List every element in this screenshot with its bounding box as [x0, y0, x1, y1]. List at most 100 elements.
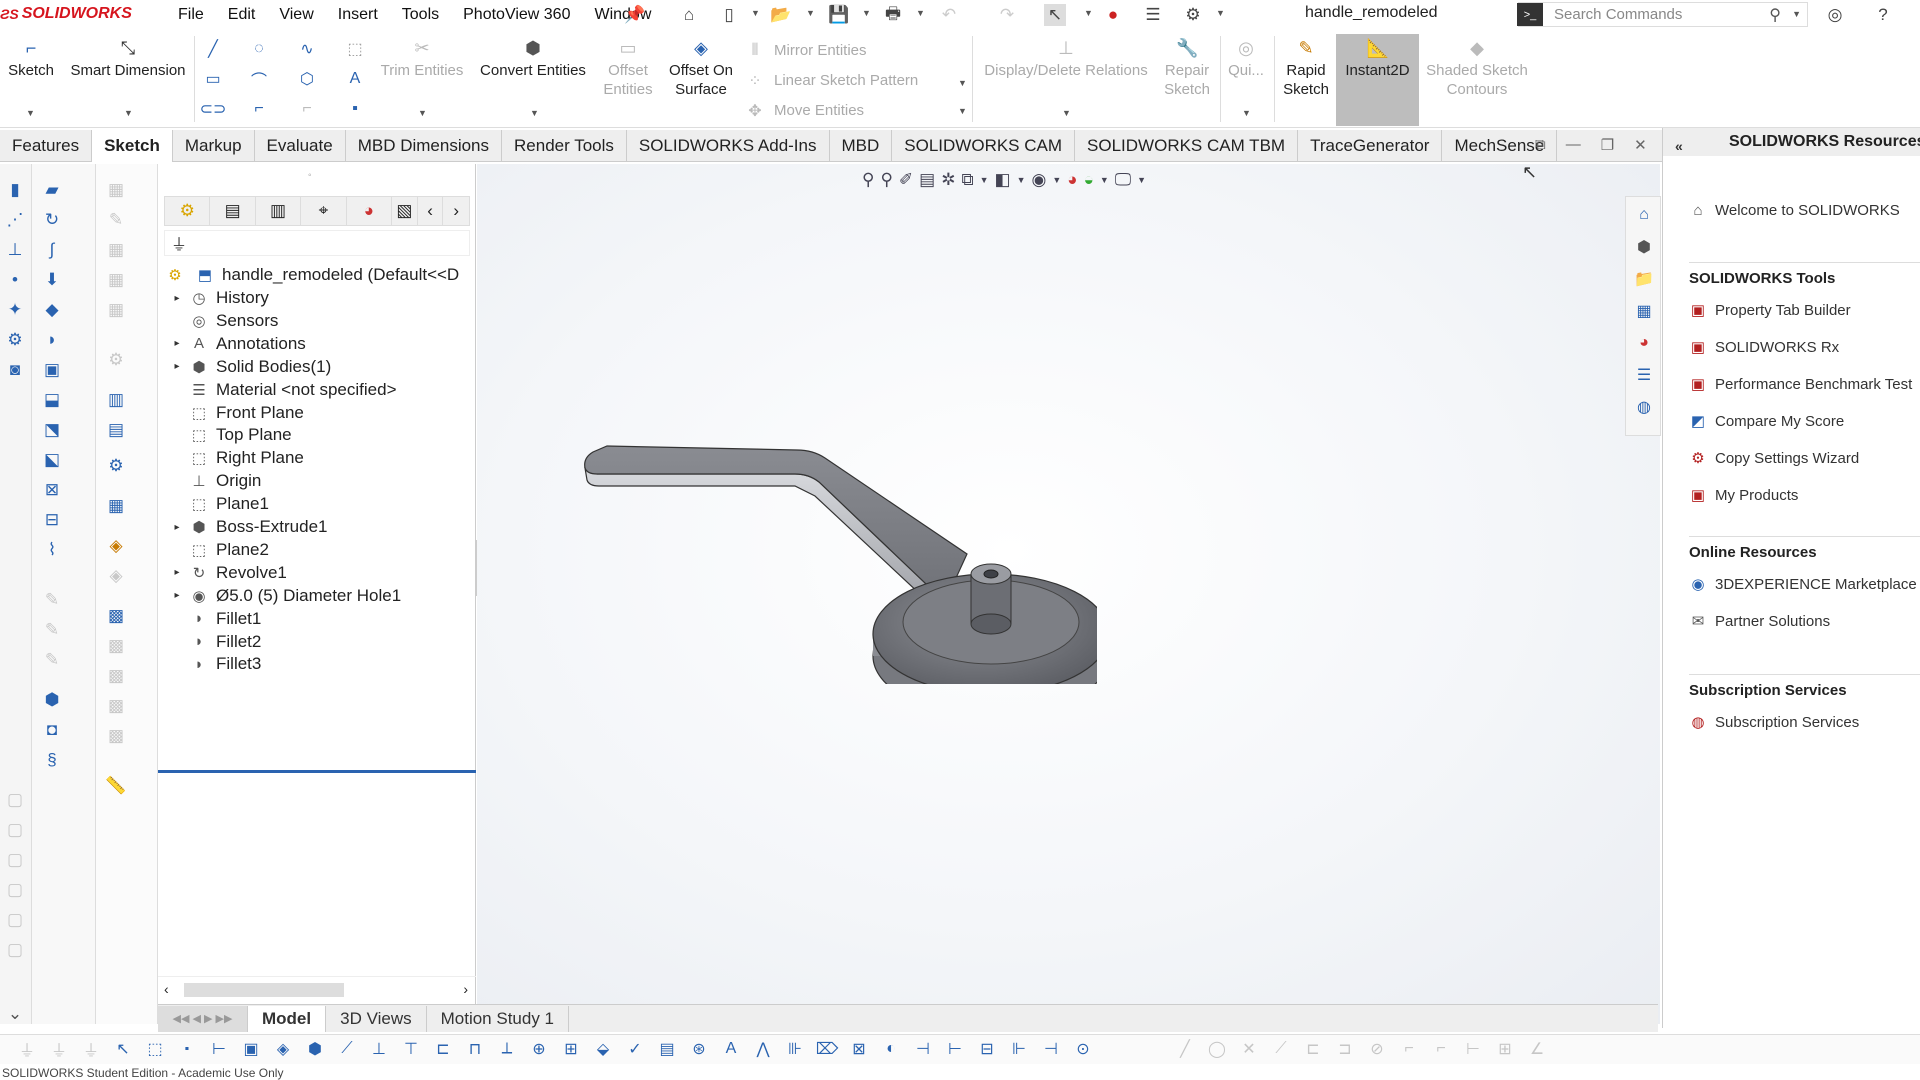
pin-icon[interactable]: 📌: [624, 4, 646, 26]
filter-icon[interactable]: ⏚: [48, 1038, 70, 1060]
view-settings-icon[interactable]: 🖵: [1115, 170, 1131, 190]
offset-on-surface-button[interactable]: ◈ Offset On Surface: [660, 38, 742, 99]
fix-icon[interactable]: ⊠: [848, 1038, 870, 1060]
tab-3d-views[interactable]: 3D Views: [326, 1005, 427, 1032]
chevron-down-icon[interactable]: ▼: [916, 8, 925, 18]
options-gear-icon[interactable]: ⚙: [1182, 4, 1204, 26]
user-account-icon[interactable]: ◎: [1824, 4, 1846, 26]
spline-icon[interactable]: ∿: [296, 38, 318, 60]
3dexperience-marketplace-link[interactable]: ◉ 3DEXPERIENCE Marketplace: [1687, 574, 1916, 594]
grid-icon[interactable]: ⊞: [560, 1038, 582, 1060]
disabled-tool-icon[interactable]: ▢: [3, 908, 27, 932]
zoom-to-area-icon[interactable]: ⚲: [880, 170, 892, 190]
line-snap-icon[interactable]: ╱: [1174, 1038, 1196, 1060]
scrollbar-thumb[interactable]: [184, 983, 344, 997]
sketch-plane-icon[interactable]: ▮: [3, 178, 27, 202]
reference-point-icon[interactable]: ◘: [40, 718, 64, 742]
disabled-tool-icon[interactable]: ▢: [3, 818, 27, 842]
edge-icon[interactable]: ⟋: [336, 1038, 358, 1060]
extrude-cut-icon[interactable]: ⬇: [40, 268, 64, 292]
instant3d-icon[interactable]: ⬢: [40, 688, 64, 712]
appearances-icon[interactable]: ◕: [1632, 331, 1656, 355]
chevron-down-icon[interactable]: ▼: [862, 8, 871, 18]
tab-features[interactable]: Features: [0, 130, 93, 162]
text-icon[interactable]: A: [344, 68, 366, 90]
partner-solutions-link[interactable]: ✉ Partner Solutions: [1687, 611, 1830, 631]
expand-arrow-icon[interactable]: ▸: [168, 590, 186, 601]
repair-sketch-button[interactable]: 🔧 Repair Sketch: [1160, 38, 1214, 99]
align-icon[interactable]: ⊣: [912, 1038, 934, 1060]
apply-scene-icon[interactable]: ◒: [1084, 170, 1094, 190]
sphere-icon[interactable]: ◐: [880, 1038, 902, 1060]
redo-icon[interactable]: ↷: [996, 4, 1018, 26]
corner-icon[interactable]: ⌐: [1430, 1038, 1452, 1060]
chevron-down-icon[interactable]: ⌄: [3, 1002, 27, 1026]
expand-arrow-icon[interactable]: ▸: [168, 567, 186, 578]
tab-motion-study-1[interactable]: Motion Study 1: [427, 1005, 570, 1032]
line-icon[interactable]: ⟋: [1270, 1038, 1292, 1060]
filter-icon[interactable]: ⏚: [16, 1038, 38, 1060]
chevron-right-icon[interactable]: ›: [443, 197, 469, 225]
tangent-icon[interactable]: ⬙: [592, 1038, 614, 1060]
cross-icon[interactable]: ✕: [1238, 1038, 1260, 1060]
table-icon[interactable]: ▤: [656, 1038, 678, 1060]
tree-item[interactable]: ◗ Fillet3: [168, 651, 261, 677]
move-icon[interactable]: ✥: [744, 100, 766, 122]
disabled-tool-icon[interactable]: ✎: [40, 588, 64, 612]
mate-icon[interactable]: ▤: [104, 418, 128, 442]
corner-icon[interactable]: ⊏: [1302, 1038, 1324, 1060]
weld-icon[interactable]: ◈: [104, 534, 128, 558]
curves-icon[interactable]: ⌇: [40, 538, 64, 562]
property-manager-tab-icon[interactable]: ▤: [210, 197, 256, 225]
cam-tab-icon[interactable]: ▧: [392, 197, 418, 225]
chevron-down-icon[interactable]: ▼: [1100, 170, 1109, 190]
camera-icon[interactable]: ◙: [3, 358, 27, 382]
corner-icon[interactable]: ⊐: [1334, 1038, 1356, 1060]
check-icon[interactable]: ✓: [624, 1038, 646, 1060]
menu-view[interactable]: View: [267, 4, 325, 26]
tab-solidworks-cam-tbm[interactable]: SOLIDWORKS CAM TBM: [1075, 130, 1299, 162]
select-arrow-icon[interactable]: ↖: [1044, 4, 1066, 26]
wrap-icon[interactable]: ⬕: [40, 448, 64, 472]
rebuild-icon[interactable]: ●: [1102, 4, 1124, 26]
chamfer-icon[interactable]: ⌐: [296, 98, 318, 120]
home-icon[interactable]: ⌂: [1632, 203, 1656, 227]
perpendicular-icon[interactable]: ⟂: [496, 1038, 518, 1060]
quick-snaps-button[interactable]: ◎ Qui...: [1224, 38, 1268, 80]
chevron-down-icon[interactable]: ▼: [751, 8, 760, 18]
hole-wizard-icon[interactable]: ▩: [104, 604, 128, 628]
chevron-down-icon[interactable]: ▼: [530, 108, 539, 118]
circle-icon[interactable]: ◌: [248, 38, 270, 60]
horizontal-icon[interactable]: ⊤: [400, 1038, 422, 1060]
gear-assembly-icon[interactable]: ⚙: [3, 328, 27, 352]
disabled-tool-icon[interactable]: ▦: [104, 238, 128, 262]
search-icon[interactable]: ⚲: [1769, 5, 1781, 25]
chevron-down-icon[interactable]: ▼: [1216, 8, 1225, 18]
display-delete-relations-button[interactable]: ⊥ Display/Delete Relations: [976, 38, 1156, 80]
collapse-icon[interactable]: «: [1675, 132, 1683, 156]
align-icon[interactable]: ⊟: [976, 1038, 998, 1060]
arc-icon[interactable]: ⌒: [248, 68, 270, 90]
graphics-area[interactable]: ⚲ ⚲ ✐ ▤ ✲ ⧉ ▼ ◧ ▼ ◉ ▼ ◕ ◒ ▼ 🖵 ▼: [477, 164, 1660, 1024]
open-folder-icon[interactable]: 📂: [770, 4, 792, 26]
configuration-manager-tab-icon[interactable]: ▥: [256, 197, 302, 225]
menu-insert[interactable]: Insert: [326, 4, 390, 26]
circle-snap-icon[interactable]: ⊙: [1072, 1038, 1094, 1060]
disabled-tool-icon[interactable]: ✎: [40, 648, 64, 672]
convert-entities-button[interactable]: ⬢ Convert Entities: [474, 38, 592, 80]
loft-icon[interactable]: ◆: [40, 298, 64, 322]
file-explorer-icon[interactable]: 📁: [1632, 267, 1656, 291]
menu-window[interactable]: Window: [582, 4, 663, 26]
file-properties-icon[interactable]: ☰: [1142, 4, 1164, 26]
grid-icon[interactable]: ⊞: [1494, 1038, 1516, 1060]
grid-icon[interactable]: ⬚: [344, 38, 366, 60]
expand-arrow-icon[interactable]: ▸: [168, 338, 186, 349]
display-manager-tab-icon[interactable]: ◕: [347, 197, 393, 225]
extrude-boss-icon[interactable]: ▰: [40, 178, 64, 202]
disabled-tool-icon[interactable]: ▦: [104, 268, 128, 292]
fillet-sketch-icon[interactable]: ⌐: [248, 98, 270, 120]
chevron-left-icon[interactable]: ‹: [418, 197, 444, 225]
close-icon[interactable]: ✕: [1634, 136, 1647, 154]
my-products-link[interactable]: ▣ My Products: [1687, 485, 1798, 505]
disabled-tool-icon[interactable]: ▢: [3, 788, 27, 812]
